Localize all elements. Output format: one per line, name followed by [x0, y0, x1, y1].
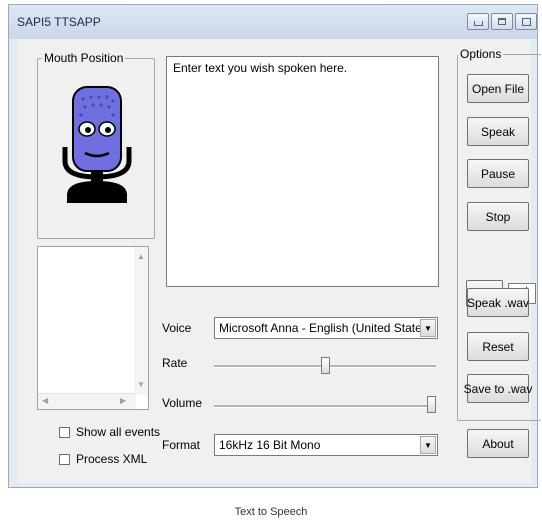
close-icon [521, 17, 531, 26]
app-window: SAPI5 TTSAPP Mouth Position Enter text y… [8, 4, 541, 488]
microphone-character-image [62, 86, 132, 203]
rate-slider-thumb[interactable] [320, 357, 330, 374]
maximize-button[interactable] [491, 13, 513, 30]
chevron-down-icon: ▼ [424, 323, 432, 333]
rate-label: Rate [162, 356, 188, 370]
scroll-down-arrow-icon[interactable]: ▼ [137, 381, 145, 389]
save-to-wav-button[interactable]: Save to .wav [464, 374, 532, 403]
text-to-speak-input[interactable]: Enter text you wish spoken here. [166, 56, 439, 287]
about-button[interactable]: About [467, 429, 529, 458]
scroll-up-arrow-icon[interactable]: ▲ [137, 253, 145, 261]
show-all-events-checkbox[interactable]: Show all events [59, 425, 160, 439]
volume-slider-track[interactable] [214, 405, 436, 408]
events-vertical-scrollbar[interactable]: ▲ ▼ [134, 247, 148, 395]
options-legend: Options [460, 47, 502, 61]
format-label: Format [162, 438, 201, 452]
show-all-events-box[interactable] [59, 426, 70, 438]
minimize-button[interactable] [467, 13, 489, 30]
minimize-icon [473, 21, 483, 26]
format-selected-value: 16kHz 16 Bit Mono [219, 438, 321, 452]
close-button[interactable] [515, 13, 537, 30]
window-title: SAPI5 TTSAPP [17, 15, 101, 29]
voice-selected-value: Microsoft Anna - English (United States) [219, 321, 432, 335]
title-bar[interactable]: SAPI5 TTSAPP [9, 5, 537, 39]
voice-select[interactable]: Microsoft Anna - English (United States)… [214, 317, 438, 339]
events-list[interactable]: ▲ ▼ ◀ ▶ [37, 246, 149, 410]
events-horizontal-scrollbar[interactable]: ◀ ▶ [38, 393, 136, 409]
scroll-right-arrow-icon[interactable]: ▶ [120, 397, 126, 405]
scroll-left-arrow-icon[interactable]: ◀ [42, 397, 48, 405]
speak-wav-button[interactable]: Speak .wav [467, 288, 529, 317]
reset-button[interactable]: Reset [467, 332, 529, 361]
format-select[interactable]: 16kHz 16 Bit Mono ▼ [214, 434, 438, 456]
volume-slider-thumb[interactable] [427, 396, 436, 413]
caption-text: Text to Speech [234, 506, 308, 518]
mouth-position-legend: Mouth Position [44, 51, 124, 65]
volume-label: Volume [162, 396, 203, 410]
voice-dropdown-button[interactable]: ▼ [420, 319, 436, 337]
voice-label: Voice [162, 321, 192, 335]
process-xml-box[interactable] [59, 453, 70, 465]
chevron-down-icon: ▼ [424, 440, 432, 450]
maximize-icon [498, 18, 506, 25]
format-dropdown-button[interactable]: ▼ [420, 436, 436, 454]
process-xml-checkbox[interactable]: Process XML [59, 452, 147, 466]
text-to-speak-value: Enter text you wish spoken here. [173, 61, 348, 75]
pause-button[interactable]: Pause [467, 159, 529, 188]
open-file-button[interactable]: Open File [467, 74, 529, 103]
show-all-events-label: Show all events [76, 425, 161, 439]
dialog-client-area: Mouth Position Enter text you wish spoke… [17, 39, 541, 483]
process-xml-label: Process XML [76, 452, 148, 466]
options-group: Options [457, 47, 541, 421]
speak-button[interactable]: Speak [467, 117, 529, 146]
stop-button[interactable]: Stop [467, 202, 529, 231]
